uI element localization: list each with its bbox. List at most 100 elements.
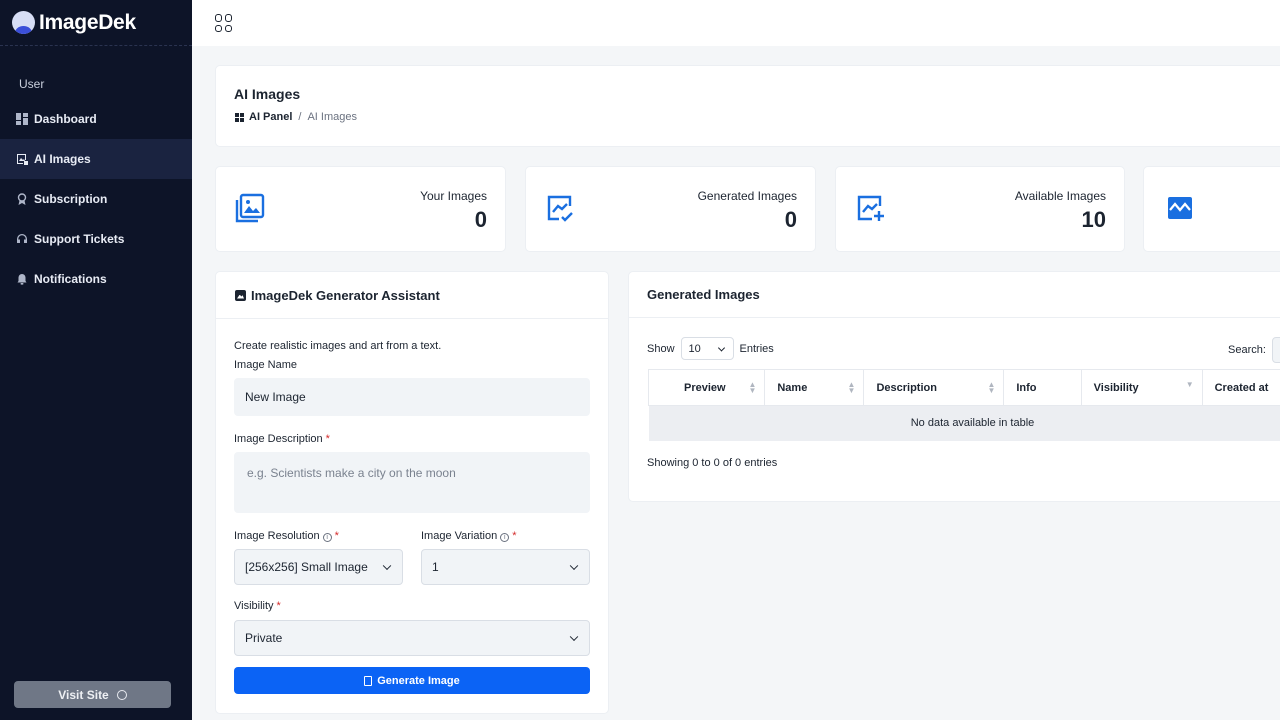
generator-card: ImageDek Generator Assistant Create real… <box>215 271 609 714</box>
empty-table-message: No data available in table <box>648 405 1280 441</box>
image-variation-select[interactable]: 1 <box>421 549 590 585</box>
image-check-icon <box>547 195 573 222</box>
column-label: Description <box>876 381 937 394</box>
sidebar-item-support-tickets[interactable]: Support Tickets <box>0 219 192 259</box>
topbar <box>192 0 1280 46</box>
stat-card-generated-images: Generated Images 0 <box>525 166 816 252</box>
generate-image-button[interactable]: Generate Image <box>234 667 590 694</box>
image-description-textarea[interactable]: e.g. Scientists make a city on the moon <box>234 452 590 513</box>
sidebar-item-notifications[interactable]: Notifications <box>0 259 192 299</box>
stat-value: 0 <box>474 207 487 232</box>
generator-intro: Create realistic images and art from a t… <box>234 340 442 352</box>
info-icon[interactable]: i <box>500 533 510 542</box>
generator-header: ImageDek Generator Assistant <box>216 272 608 319</box>
image-description-label-text: Image Description <box>234 433 323 445</box>
required-mark: * <box>276 600 281 612</box>
sort-icon: ▲ ▼ <box>847 380 856 395</box>
generator-title: ImageDek Generator Assistant <box>251 287 440 303</box>
column-header-info[interactable]: Info <box>1003 369 1082 406</box>
image-name-label-text: Image Name <box>234 359 297 371</box>
entries-label: Entries <box>739 342 774 355</box>
generated-images-card: Generated Images Show 10 Entries Search:… <box>628 271 1280 502</box>
image-resolution-label: Image Resolution i * <box>234 530 339 542</box>
search-input[interactable] <box>1271 337 1280 363</box>
image-variation-label-text: Image Variation <box>421 530 498 542</box>
sidebar-item-subscription[interactable]: Subscription <box>0 179 192 219</box>
sidebar-item-label: Subscription <box>34 192 108 206</box>
globe-icon <box>116 689 127 700</box>
sidebar: ImageDek User Dashboard AI Images Subscr… <box>0 0 192 720</box>
column-header-created-at[interactable]: Created at <box>1201 369 1280 406</box>
column-label: Visibility <box>1093 381 1139 394</box>
chevron-down-icon <box>717 343 725 352</box>
sort-icon: ▼ <box>1185 380 1194 389</box>
sidebar-item-label: AI Images <box>34 152 91 166</box>
column-label: Info <box>1016 381 1037 394</box>
required-mark: * <box>334 530 339 542</box>
wave-image-icon <box>1168 197 1192 219</box>
search-label: Search: <box>1228 344 1266 356</box>
stat-value: 10 <box>1081 207 1106 232</box>
show-label: Show <box>647 342 675 355</box>
sort-icon: ▲ ▼ <box>987 380 996 395</box>
visibility-label-text: Visibility <box>234 600 274 612</box>
sidebar-item-label: Dashboard <box>34 112 97 126</box>
stat-card-available-images: Available Images 10 <box>835 166 1125 252</box>
award-icon <box>16 193 28 205</box>
column-label: Created at <box>1214 381 1269 394</box>
table-info: Showing 0 to 0 of 0 entries <box>647 457 778 469</box>
image-name-label: Image Name <box>234 359 297 371</box>
sidebar-item-label: Support Tickets <box>34 232 125 246</box>
entries-length-value: 10 <box>688 342 701 355</box>
table-row: No data available in table <box>648 405 1280 441</box>
bell-icon <box>16 273 28 285</box>
image-description-label: Image Description * <box>234 433 330 445</box>
visit-site-button[interactable]: Visit Site <box>14 681 171 708</box>
column-header-description[interactable]: Description ▲ ▼ <box>863 369 1005 406</box>
breadcrumb-separator: / <box>298 111 302 123</box>
column-header-visibility[interactable]: Visibility ▼ <box>1080 369 1203 406</box>
visibility-label: Visibility * <box>234 600 281 612</box>
breadcrumb-current: AI Images <box>307 111 357 123</box>
sidebar-nav: Dashboard AI Images Subscription Support… <box>0 99 192 299</box>
nav-section-label: User <box>19 77 45 91</box>
images-icon <box>235 193 265 223</box>
info-icon[interactable]: i <box>322 533 332 542</box>
generate-image-label: Generate Image <box>377 674 460 687</box>
column-header-name[interactable]: Name ▲ ▼ <box>764 369 865 406</box>
breadcrumb: AI Panel / AI Images <box>235 111 357 123</box>
image-icon <box>235 289 246 301</box>
sidebar-item-dashboard[interactable]: Dashboard <box>0 99 192 139</box>
visibility-value: Private <box>245 631 283 645</box>
logo[interactable]: ImageDek <box>0 0 192 46</box>
chevron-down-icon <box>382 561 392 571</box>
column-header-preview[interactable]: Preview ▲ ▼ <box>647 369 766 406</box>
visit-site-label: Visit Site <box>58 687 109 702</box>
generated-images-table: Preview ▲ ▼ Name ▲ ▼ Description ▲ ▼ Info Visi… <box>647 369 1280 441</box>
sort-icon: ▲ ▼ <box>748 380 757 395</box>
sidebar-item-ai-images[interactable]: AI Images <box>0 139 192 179</box>
stat-label: Your Images <box>420 189 487 203</box>
apps-grid-icon[interactable] <box>215 14 233 32</box>
image-variation-label: Image Variation i * <box>421 530 517 542</box>
stat-value: 0 <box>784 207 797 232</box>
dashboard-icon <box>16 113 28 125</box>
visibility-select[interactable]: Private <box>234 620 590 656</box>
breadcrumb-home-link[interactable]: AI Panel <box>235 111 292 123</box>
headset-icon <box>16 233 28 245</box>
chevron-down-icon <box>569 632 579 642</box>
length-control: Show 10 Entries <box>647 337 774 360</box>
image-name-input[interactable]: New Image <box>234 378 590 416</box>
stat-card-your-images: Your Images 0 <box>215 166 506 252</box>
required-mark: * <box>512 530 517 542</box>
page-title: AI Images <box>234 86 301 102</box>
chevron-down-icon <box>569 561 579 571</box>
entries-length-select[interactable]: 10 <box>680 337 734 360</box>
logo-icon <box>12 11 35 34</box>
stat-label: Available Images <box>1014 189 1106 203</box>
generated-images-title: Generated Images <box>629 272 1280 318</box>
table-search: Search: <box>1228 337 1280 363</box>
image-resolution-select[interactable]: [256x256] Small Image <box>234 549 403 585</box>
image-resolution-label-text: Image Resolution <box>234 530 320 542</box>
magic-icon <box>364 675 373 686</box>
